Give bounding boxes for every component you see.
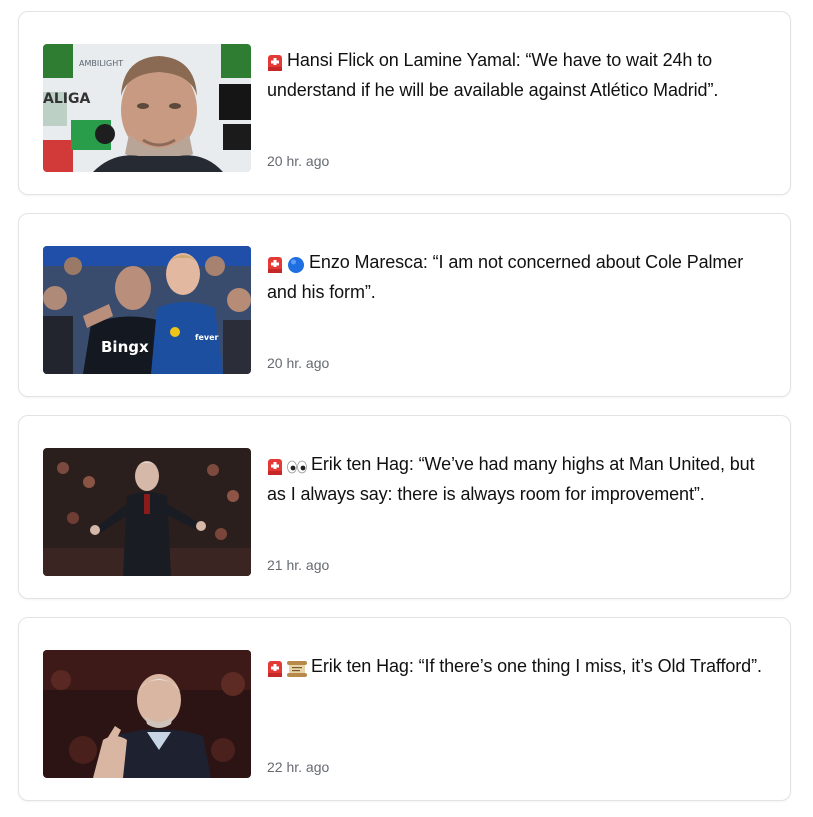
news-card[interactable]: Erik ten Hag: “If there’s one thing I mi… — [18, 617, 791, 801]
siren-icon — [267, 654, 283, 682]
timestamp: 20 hr. ago — [267, 355, 330, 371]
timestamp: 21 hr. ago — [267, 557, 330, 573]
blue-circle-icon — [287, 250, 305, 278]
news-headline[interactable]: Erik ten Hag: “If there’s one thing I mi… — [267, 652, 767, 682]
thumb-sponsor-text: ALIGA — [43, 91, 90, 107]
news-thumbnail[interactable]: Bingx fever — [43, 246, 251, 374]
thumb-sponsor-text: Bingx — [101, 338, 149, 356]
scroll-icon — [287, 654, 307, 682]
siren-icon — [267, 452, 283, 480]
news-headline[interactable]: Erik ten Hag: “We’ve had many highs at M… — [267, 450, 767, 508]
news-thumbnail[interactable]: AMBILIGHT ALIGA — [43, 44, 251, 172]
thumb-sponsor-text: AMBILIGHT — [79, 59, 123, 68]
headline-text: Erik ten Hag: “We’ve had many highs at M… — [267, 454, 755, 504]
news-headline[interactable]: Enzo Maresca: “I am not concerned about … — [267, 248, 767, 306]
news-thumbnail[interactable] — [43, 448, 251, 576]
news-headline[interactable]: Hansi Flick on Lamine Yamal: “We have to… — [267, 46, 767, 104]
headline-text: Erik ten Hag: “If there’s one thing I mi… — [311, 656, 762, 676]
headline-text: Hansi Flick on Lamine Yamal: “We have to… — [267, 50, 719, 100]
news-card[interactable]: Bingx fever Enzo Maresca: “I am not conc… — [18, 213, 791, 397]
thumb-sponsor-text: fever — [195, 333, 219, 342]
news-card[interactable]: AMBILIGHT ALIGA Hansi Flick on Lamine Ya… — [18, 11, 791, 195]
timestamp: 22 hr. ago — [267, 759, 330, 775]
news-feed: AMBILIGHT ALIGA Hansi Flick on Lamine Ya… — [0, 0, 813, 817]
headline-text: Enzo Maresca: “I am not concerned about … — [267, 252, 744, 302]
eyes-icon — [287, 452, 307, 480]
news-card[interactable]: Erik ten Hag: “We’ve had many highs at M… — [18, 415, 791, 599]
siren-icon — [267, 48, 283, 76]
timestamp: 20 hr. ago — [267, 153, 330, 169]
news-thumbnail[interactable] — [43, 650, 251, 778]
siren-icon — [267, 250, 283, 278]
